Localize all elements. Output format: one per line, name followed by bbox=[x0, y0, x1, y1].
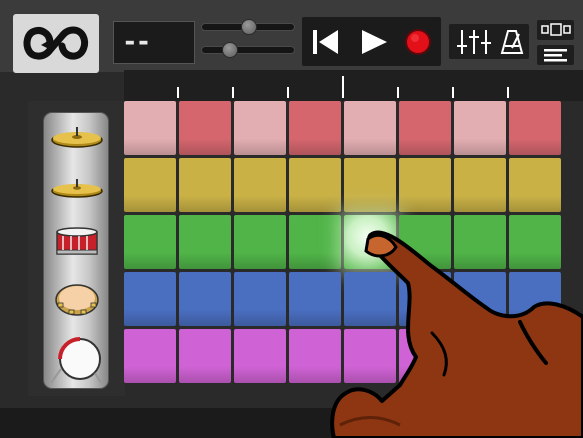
step-pad[interactable] bbox=[179, 158, 231, 212]
play-icon[interactable] bbox=[358, 27, 390, 57]
step-pad[interactable] bbox=[124, 101, 176, 155]
mixer-icon[interactable] bbox=[454, 27, 494, 57]
step-ruler bbox=[124, 70, 583, 101]
ruler-tick bbox=[177, 87, 179, 98]
step-pad[interactable] bbox=[399, 101, 451, 155]
metronome-icon[interactable] bbox=[500, 28, 524, 56]
step-pad[interactable] bbox=[234, 329, 286, 383]
crash-cymbal-icon[interactable] bbox=[50, 125, 104, 151]
record-icon[interactable] bbox=[403, 27, 433, 57]
step-pad[interactable] bbox=[454, 158, 506, 212]
step-pad[interactable] bbox=[344, 101, 396, 155]
swing-slider-knob[interactable] bbox=[222, 42, 238, 58]
pointing-hand-icon bbox=[330, 230, 583, 438]
step-pad[interactable] bbox=[179, 215, 231, 269]
step-pad[interactable] bbox=[234, 215, 286, 269]
ruler-tick bbox=[232, 87, 234, 98]
step-pad[interactable] bbox=[124, 272, 176, 326]
step-pad[interactable] bbox=[399, 158, 451, 212]
ruler-tick bbox=[452, 87, 454, 98]
tambourine-icon[interactable] bbox=[54, 283, 100, 317]
step-pad[interactable] bbox=[124, 158, 176, 212]
loop-logo-button[interactable] bbox=[13, 14, 99, 73]
step-pad[interactable] bbox=[344, 158, 396, 212]
step-pad[interactable] bbox=[179, 272, 231, 326]
step-pad[interactable] bbox=[509, 158, 561, 212]
step-pad[interactable] bbox=[124, 329, 176, 383]
ruler-tick bbox=[287, 87, 289, 98]
kick-drum-icon[interactable] bbox=[47, 337, 103, 385]
volume-slider-knob[interactable] bbox=[241, 19, 257, 35]
step-pad[interactable] bbox=[509, 101, 561, 155]
step-pad[interactable] bbox=[289, 158, 341, 212]
view-toggle-icon bbox=[541, 23, 571, 36]
view-toggle-button[interactable] bbox=[537, 20, 574, 40]
tempo-display: -- bbox=[113, 21, 195, 64]
instrument-column bbox=[43, 112, 109, 389]
step-pad[interactable] bbox=[179, 101, 231, 155]
mixer-metronome-group bbox=[449, 24, 529, 59]
transport-controls bbox=[302, 17, 441, 66]
menu-button[interactable] bbox=[537, 45, 574, 65]
step-pad[interactable] bbox=[234, 158, 286, 212]
step-pad[interactable] bbox=[234, 272, 286, 326]
hi-hat-icon[interactable] bbox=[50, 179, 104, 201]
step-pad[interactable] bbox=[179, 329, 231, 383]
snare-drum-icon[interactable] bbox=[54, 226, 100, 260]
ruler-tick bbox=[507, 87, 509, 98]
step-pad[interactable] bbox=[234, 101, 286, 155]
step-pad[interactable] bbox=[289, 101, 341, 155]
step-pad[interactable] bbox=[454, 101, 506, 155]
playhead-marker bbox=[342, 76, 344, 98]
skip-back-icon[interactable] bbox=[310, 27, 342, 57]
step-pad[interactable] bbox=[124, 215, 176, 269]
menu-icon bbox=[544, 49, 567, 62]
swing-slider-track[interactable] bbox=[201, 46, 295, 54]
ruler-tick bbox=[397, 87, 399, 98]
loop-logo-icon bbox=[23, 26, 89, 60]
